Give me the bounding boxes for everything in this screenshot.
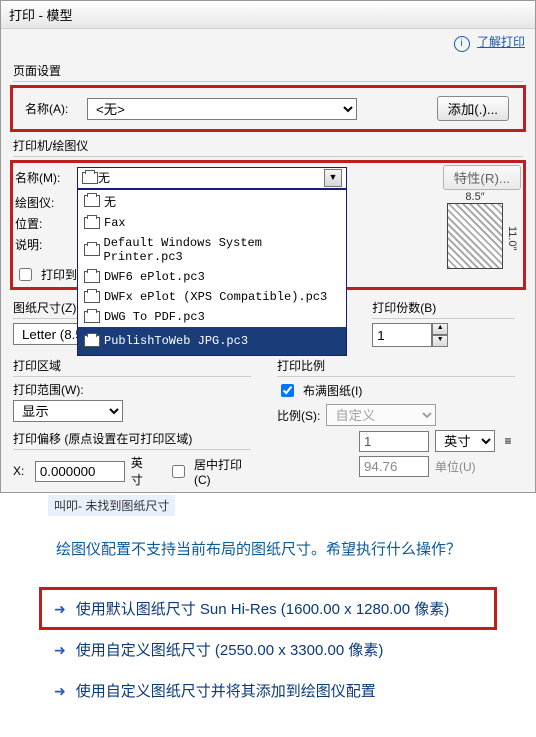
printer-title: 打印机/绘图仪 (13, 137, 523, 154)
printer-option[interactable]: DWFx ePlot (XPS Compatible).pc3 (78, 287, 346, 307)
chevron-down-icon[interactable]: ▼ (324, 169, 342, 187)
plotter-label: 绘图仪: (15, 194, 71, 211)
printer-option[interactable]: Default Windows System Printer.pc3 (78, 233, 346, 267)
option-default-size[interactable]: ➜ 使用默认图纸尺寸 Sun Hi-Res (1600.00 x 1280.00… (40, 588, 496, 629)
printer-option[interactable]: DWG To PDF.pc3 (78, 307, 346, 327)
page-name-label: 名称(A): (25, 100, 81, 117)
printer-group: 名称(M): 无 ▼ 无 Fax Default Windows System … (11, 161, 525, 289)
printer-option[interactable]: Fax (78, 213, 346, 233)
page-setup-group: 名称(A): <无> 添加(.)... (11, 86, 525, 131)
clip-label: 叫叩- 未找到图纸尺寸 (48, 495, 175, 516)
dialog-title: 打印 - 模型 (1, 1, 535, 29)
page-setup-title: 页面设置 (13, 62, 523, 79)
printer-option[interactable]: 无 (78, 190, 346, 213)
offset-x-label: X: (13, 464, 29, 478)
properties-button[interactable]: 特性(R)... (443, 165, 521, 190)
print-range-select[interactable]: 显示 (13, 400, 123, 422)
arrow-icon: ➜ (54, 642, 66, 659)
print-range-label: 打印范围(W): (13, 381, 84, 398)
scale-unit-select[interactable]: 英寸 (435, 430, 495, 452)
arrow-icon: ➜ (54, 683, 66, 700)
option-custom-add[interactable]: ➜ 使用自定义图纸尺寸并将其添加到绘图仪配置 (40, 670, 496, 711)
info-bar: i 了解打印 (1, 29, 535, 56)
page-name-select[interactable]: <无> (87, 98, 357, 120)
printer-dropdown-list: 无 Fax Default Windows System Printer.pc3… (77, 189, 347, 356)
printer-icon (82, 172, 98, 184)
copies-title: 打印份数(B) (372, 299, 515, 316)
printer-name-dropdown[interactable]: 无 ▼ 无 Fax Default Windows System Printer… (77, 167, 347, 189)
paper-preview: 8.5″ 11.0″ (431, 191, 519, 269)
warning-message: 绘图仪配置不支持当前布局的图纸尺寸。希望执行什么操作？ (56, 538, 480, 562)
offset-x-input[interactable] (35, 461, 125, 482)
unit-label: 单位(U) (435, 458, 495, 475)
center-label: 居中打印(C) (194, 456, 251, 487)
printer-name-label: 名称(M): (15, 169, 71, 186)
offset-x-unit: 英寸 (131, 454, 152, 488)
printer-option-selected[interactable]: PublishToWeb JPG.pc3 (78, 327, 346, 355)
learn-print-link[interactable]: 了解打印 (477, 35, 525, 49)
scale-den-input (359, 456, 429, 477)
info-icon: i (454, 36, 470, 52)
option-custom-size[interactable]: ➜ 使用自定义图纸尺寸 (2550.00 x 3300.00 像素) (40, 629, 496, 670)
fit-label: 布满图纸(I) (303, 382, 362, 399)
copies-spinner[interactable]: ▲▼ (372, 323, 448, 347)
add-button[interactable]: 添加(.)... (437, 96, 509, 121)
print-area-title: 打印区域 (13, 357, 251, 374)
ratio-label: 比例(S): (277, 407, 320, 424)
center-checkbox[interactable] (172, 465, 185, 478)
offset-title: 打印偏移 (原点设置在可打印区域) (13, 430, 251, 447)
scale-num-input (359, 431, 429, 452)
where-label: 位置: (15, 215, 71, 232)
ratio-select: 自定义 (326, 404, 436, 426)
desc-label: 说明: (15, 236, 71, 253)
scale-title: 打印比例 (277, 357, 515, 374)
plot-to-file-checkbox[interactable] (19, 268, 32, 281)
arrow-icon: ➜ (54, 601, 66, 618)
fit-checkbox[interactable] (281, 384, 294, 397)
printer-option[interactable]: DWF6 ePlot.pc3 (78, 267, 346, 287)
